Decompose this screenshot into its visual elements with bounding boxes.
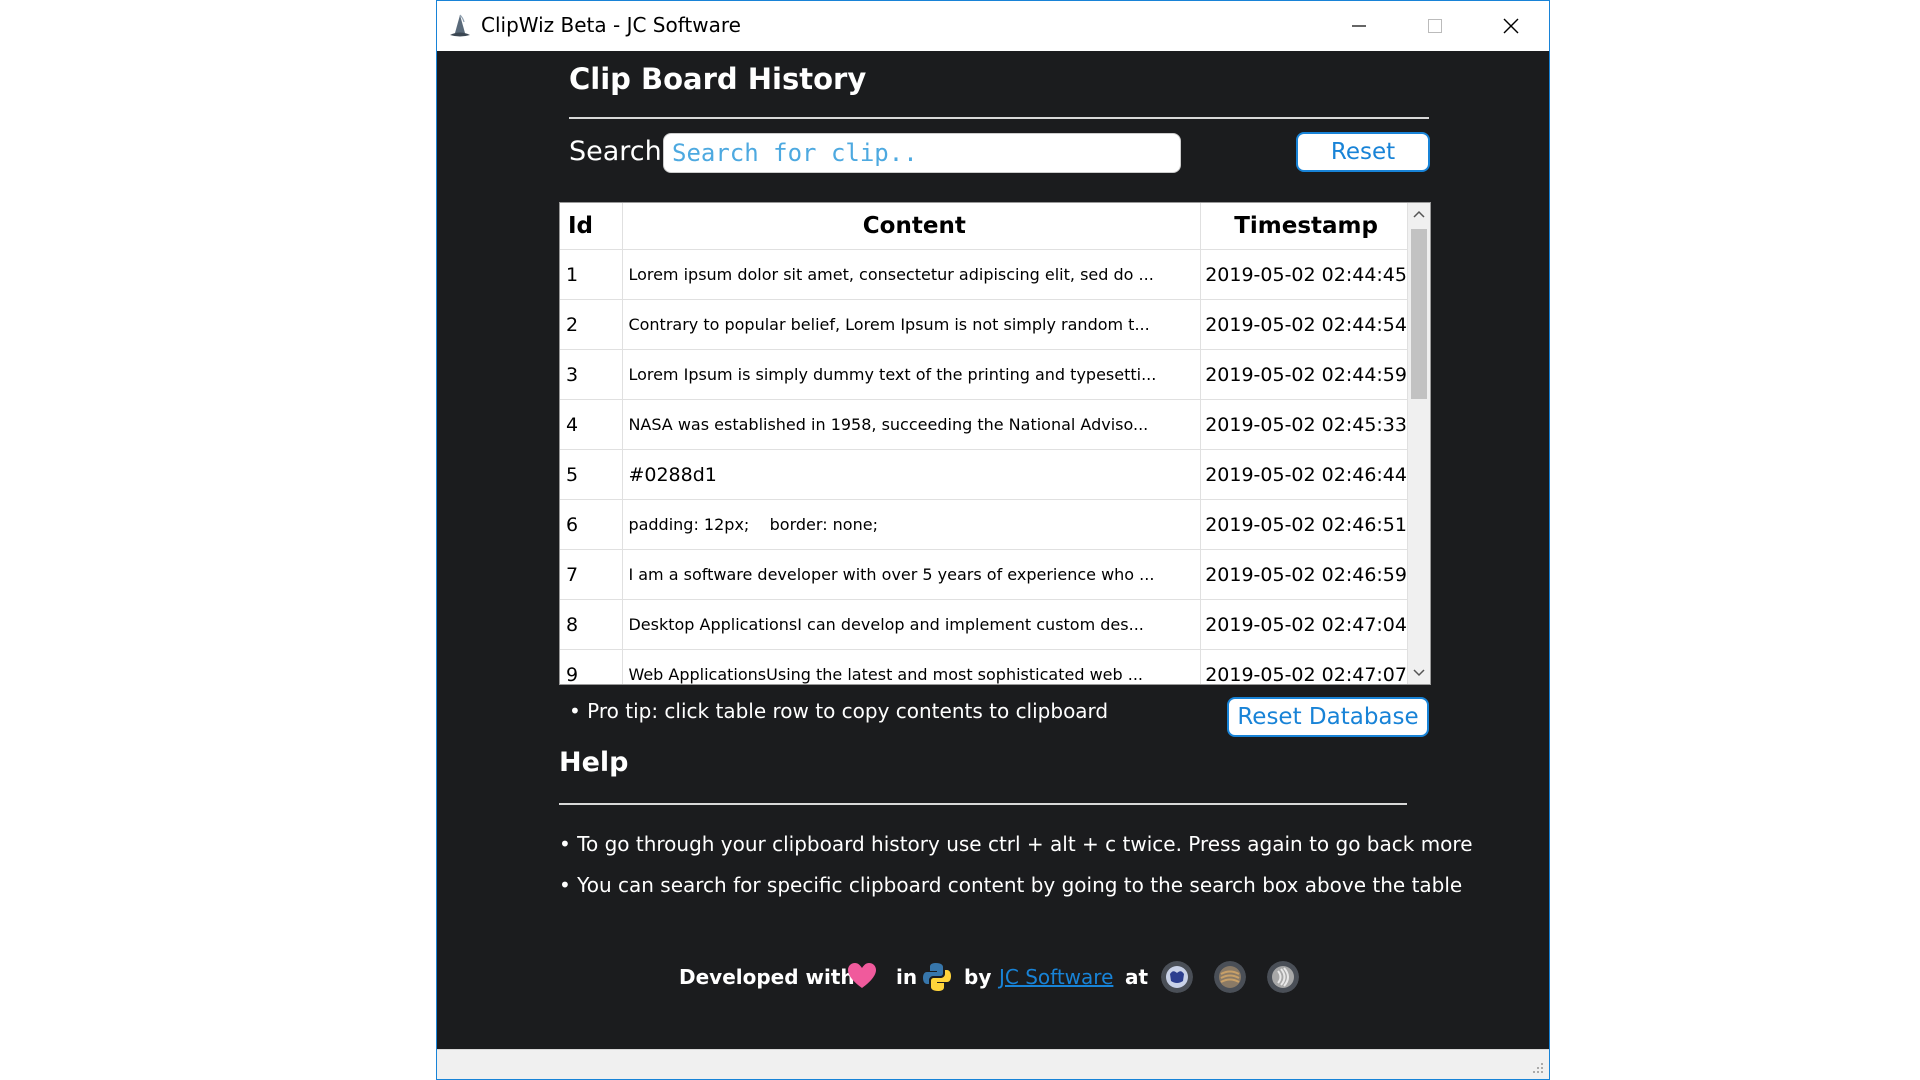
cell-timestamp: 2019-05-02 02:45:33	[1200, 399, 1408, 450]
cell-id: 4	[560, 399, 624, 450]
cell-content: Lorem ipsum dolor sit amet, consectetur …	[622, 249, 1202, 300]
reset-search-button[interactable]: Reset	[1296, 132, 1430, 172]
reset-database-button[interactable]: Reset Database	[1227, 697, 1429, 737]
table-header-row: Id Content Timestamp	[560, 203, 1408, 250]
column-header-content[interactable]: Content	[622, 203, 1202, 250]
scroll-thumb[interactable]	[1411, 229, 1427, 399]
cell-id: 6	[560, 499, 624, 550]
cell-id: 8	[560, 599, 624, 650]
cell-content: padding: 12px; border: none;	[622, 499, 1202, 550]
table-row[interactable]: 2 Contrary to popular belief, Lorem Ipsu…	[560, 299, 1408, 350]
cell-id: 5	[560, 449, 624, 500]
chevron-down-icon	[1413, 669, 1425, 677]
history-heading: Clip Board History	[569, 62, 867, 96]
soundcloud-icon[interactable]	[1267, 961, 1299, 993]
pro-tip: • Pro tip: click table row to copy conte…	[569, 699, 1109, 723]
chevron-up-icon	[1413, 210, 1425, 218]
cell-id: 9	[560, 649, 624, 684]
table-row[interactable]: 7 I am a software developer with over 5 …	[560, 549, 1408, 600]
cell-content: Contrary to popular belief, Lorem Ipsum …	[622, 299, 1202, 350]
cell-timestamp: 2019-05-02 02:47:07	[1200, 649, 1408, 684]
cell-content: I am a software developer with over 5 ye…	[622, 549, 1202, 600]
close-button[interactable]	[1473, 1, 1549, 51]
resize-grip-icon[interactable]	[1531, 1061, 1545, 1075]
column-header-id[interactable]: Id	[560, 203, 624, 250]
cell-content: NASA was established in 1958, succeeding…	[622, 399, 1202, 450]
table-scrollbar[interactable]	[1408, 203, 1430, 684]
cell-timestamp: 2019-05-02 02:46:59	[1200, 549, 1408, 600]
table-row[interactable]: 6 padding: 12px; border: none; 2019-05-0…	[560, 499, 1408, 550]
help-line: • You can search for specific clipboard …	[559, 873, 1463, 897]
github-icon[interactable]	[1161, 961, 1193, 993]
history-divider	[569, 117, 1429, 119]
company-link[interactable]: JC Software	[999, 954, 1113, 1000]
maximize-icon	[1428, 19, 1442, 33]
cell-id: 7	[560, 549, 624, 600]
help-line: • To go through your clipboard history u…	[559, 832, 1473, 856]
footer-developed-with: Developed with	[679, 965, 855, 989]
python-icon	[923, 963, 951, 991]
footer: Developed with in by JC Software at	[437, 954, 1549, 1000]
cell-id: 1	[560, 249, 624, 300]
cell-content: Lorem Ipsum is simply dummy text of the …	[622, 349, 1202, 400]
clip-table: Id Content Timestamp 1 Lorem ipsum dolor…	[559, 202, 1431, 685]
search-input[interactable]	[663, 133, 1181, 173]
cell-timestamp: 2019-05-02 02:44:54	[1200, 299, 1408, 350]
status-bar	[437, 1049, 1549, 1079]
cell-timestamp: 2019-05-02 02:44:45	[1200, 249, 1408, 300]
minimize-icon	[1352, 25, 1366, 27]
maximize-button[interactable]	[1397, 1, 1473, 51]
footer-at: at	[1125, 965, 1149, 989]
table-row[interactable]: 9 Web ApplicationsUsing the latest and m…	[560, 649, 1408, 684]
search-label: Search	[569, 136, 662, 167]
window-title: ClipWiz Beta - JC Software	[481, 13, 741, 37]
cell-timestamp: 2019-05-02 02:44:59	[1200, 349, 1408, 400]
cell-content: #0288d1	[622, 449, 1202, 500]
cell-content: Desktop ApplicationsI can develop and im…	[622, 599, 1202, 650]
close-icon	[1503, 18, 1519, 34]
help-divider	[559, 803, 1407, 805]
codepen-icon[interactable]	[1214, 961, 1246, 993]
table-row[interactable]: 8 Desktop ApplicationsI can develop and …	[560, 599, 1408, 650]
cell-timestamp: 2019-05-02 02:46:44	[1200, 449, 1408, 500]
footer-by: by	[964, 965, 992, 989]
cell-timestamp: 2019-05-02 02:46:51	[1200, 499, 1408, 550]
wizard-hat-icon	[450, 14, 470, 37]
cell-id: 2	[560, 299, 624, 350]
table-row[interactable]: 1 Lorem ipsum dolor sit amet, consectetu…	[560, 249, 1408, 300]
cell-id: 3	[560, 349, 624, 400]
title-bar[interactable]: ClipWiz Beta - JC Software	[437, 1, 1549, 51]
main-content: Clip Board History Search Reset Id Conte…	[437, 51, 1549, 1050]
help-heading: Help	[559, 747, 629, 778]
scroll-up-arrow[interactable]	[1408, 203, 1430, 225]
footer-in: in	[896, 965, 918, 989]
heart-icon	[848, 963, 876, 988]
table-row[interactable]: 5 #0288d1 2019-05-02 02:46:44	[560, 449, 1408, 500]
table-row[interactable]: 3 Lorem Ipsum is simply dummy text of th…	[560, 349, 1408, 400]
cell-content: Web ApplicationsUsing the latest and mos…	[622, 649, 1202, 684]
cell-timestamp: 2019-05-02 02:47:04	[1200, 599, 1408, 650]
table-row[interactable]: 4 NASA was established in 1958, succeedi…	[560, 399, 1408, 450]
scroll-down-arrow[interactable]	[1408, 662, 1430, 684]
app-window: ClipWiz Beta - JC Software Clip Board Hi…	[436, 0, 1550, 1080]
minimize-button[interactable]	[1321, 1, 1397, 51]
column-header-timestamp[interactable]: Timestamp	[1200, 203, 1408, 250]
